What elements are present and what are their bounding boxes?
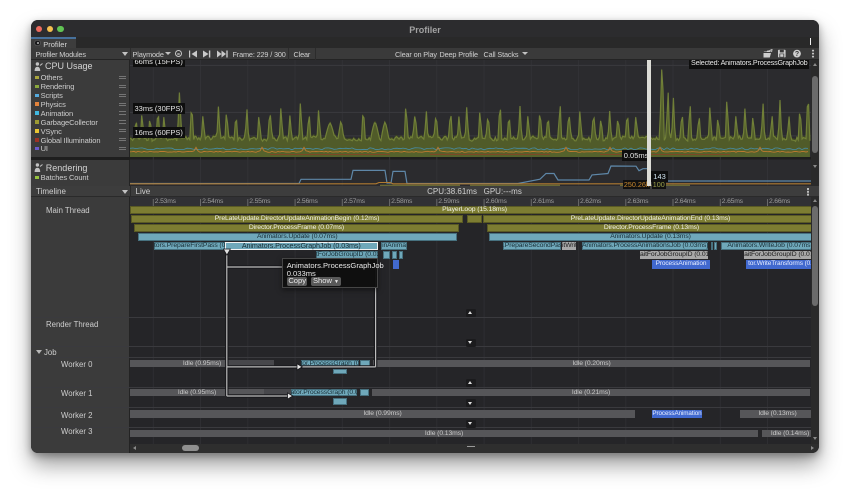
svg-text:?: ? [795,51,799,58]
